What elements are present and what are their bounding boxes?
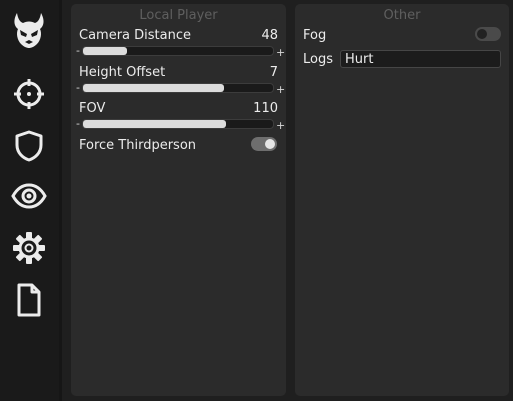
height-offset-slider-fill [83, 84, 224, 92]
camera-distance-slider-fill [83, 47, 127, 55]
camera-distance-slider[interactable] [82, 46, 274, 56]
other-panel: Other Fog Logs [295, 4, 509, 396]
height-offset-slider[interactable] [82, 83, 274, 93]
demon-logo-icon[interactable] [9, 10, 49, 50]
gear-icon[interactable] [9, 228, 49, 268]
file-icon[interactable] [9, 280, 49, 320]
height-offset-increment[interactable]: + [276, 84, 285, 95]
toggle-knob [265, 139, 275, 149]
logs-label: Logs [303, 52, 333, 67]
fov-slider[interactable] [82, 119, 274, 129]
fov-increment[interactable]: + [276, 120, 285, 131]
logs-input[interactable] [340, 50, 501, 68]
camera-distance-value: 48 [261, 28, 278, 43]
panel-title: Other [383, 8, 421, 23]
sidebar [0, 0, 59, 401]
camera-distance-decrement[interactable]: - [76, 45, 80, 56]
camera-distance-increment[interactable]: + [276, 47, 285, 58]
fov-label: FOV [79, 101, 106, 116]
panel-title: Local Player [139, 8, 218, 23]
force-thirdperson-toggle[interactable] [251, 137, 277, 151]
fog-label: Fog [303, 28, 327, 43]
height-offset-label: Height Offset [79, 65, 166, 80]
toggle-knob [477, 29, 487, 39]
eye-icon[interactable] [9, 176, 49, 216]
local-player-panel: Local Player Camera Distance 48 - + Heig… [71, 4, 286, 396]
height-offset-decrement[interactable]: - [76, 82, 80, 93]
height-offset-value: 7 [269, 65, 278, 80]
fov-slider-fill [83, 120, 226, 128]
force-thirdperson-label: Force Thirdperson [79, 138, 197, 153]
shield-icon[interactable] [9, 126, 49, 166]
fov-decrement[interactable]: - [76, 118, 80, 129]
fog-toggle[interactable] [475, 27, 501, 41]
crosshair-icon[interactable] [9, 74, 49, 114]
fov-value: 110 [253, 101, 278, 116]
camera-distance-label: Camera Distance [79, 28, 191, 43]
